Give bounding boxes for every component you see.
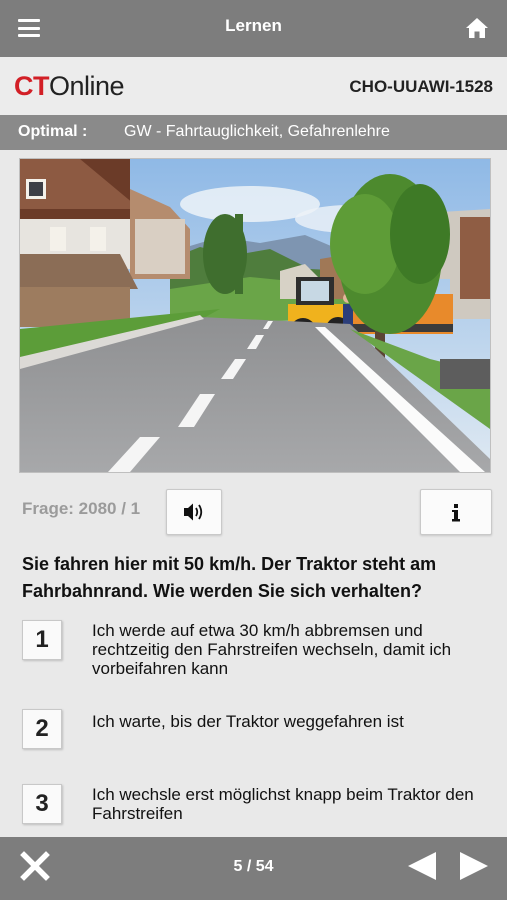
category-text: GW - Fahrtauglichkeit, Gefahrenlehre — [124, 123, 390, 140]
answer-number: 3 — [22, 784, 62, 824]
info-button[interactable] — [420, 489, 492, 535]
answer-text: Ich werde auf etwa 30 km/h abbremsen und… — [92, 621, 452, 678]
answer-text: Ich wechsle erst möglichst knapp beim Tr… — [92, 785, 474, 823]
info-icon — [452, 504, 460, 522]
speaker-icon — [184, 503, 203, 521]
answer-option-1[interactable]: 1 Ich werde auf etwa 30 km/h abbremsen u… — [22, 620, 492, 680]
next-triangle-icon[interactable] — [458, 850, 490, 882]
brand-bar: CTOnline CHO-UUAWI-1528 — [0, 57, 507, 115]
sound-button[interactable] — [166, 489, 222, 535]
answer-number: 1 — [22, 620, 62, 660]
question-photo — [19, 158, 491, 473]
ctonline-logo: CTOnline — [14, 71, 125, 101]
question-counter: Frage: 2080 / 1 — [22, 499, 141, 518]
exam-code: CHO-UUAWI-1528 — [349, 77, 493, 96]
answer-number: 2 — [22, 709, 62, 749]
screen-title: Lernen — [225, 16, 282, 35]
answer-option-2[interactable]: 2 Ich warte, bis der Traktor weggefahren… — [22, 709, 492, 749]
category-bar: Optimal : GW - Fahrtauglichkeit, Gefahre… — [0, 115, 507, 150]
previous-triangle-icon[interactable] — [406, 850, 438, 882]
question-text: Sie fahren hier mit 50 km/h. Der Traktor… — [22, 554, 437, 601]
answer-text: Ich warte, bis der Traktor weggefahren i… — [92, 712, 404, 731]
answer-option-3[interactable]: 3 Ich wechsle erst möglichst knapp beim … — [22, 784, 492, 828]
home-icon[interactable] — [465, 17, 489, 39]
category-label: Optimal : — [18, 123, 88, 140]
